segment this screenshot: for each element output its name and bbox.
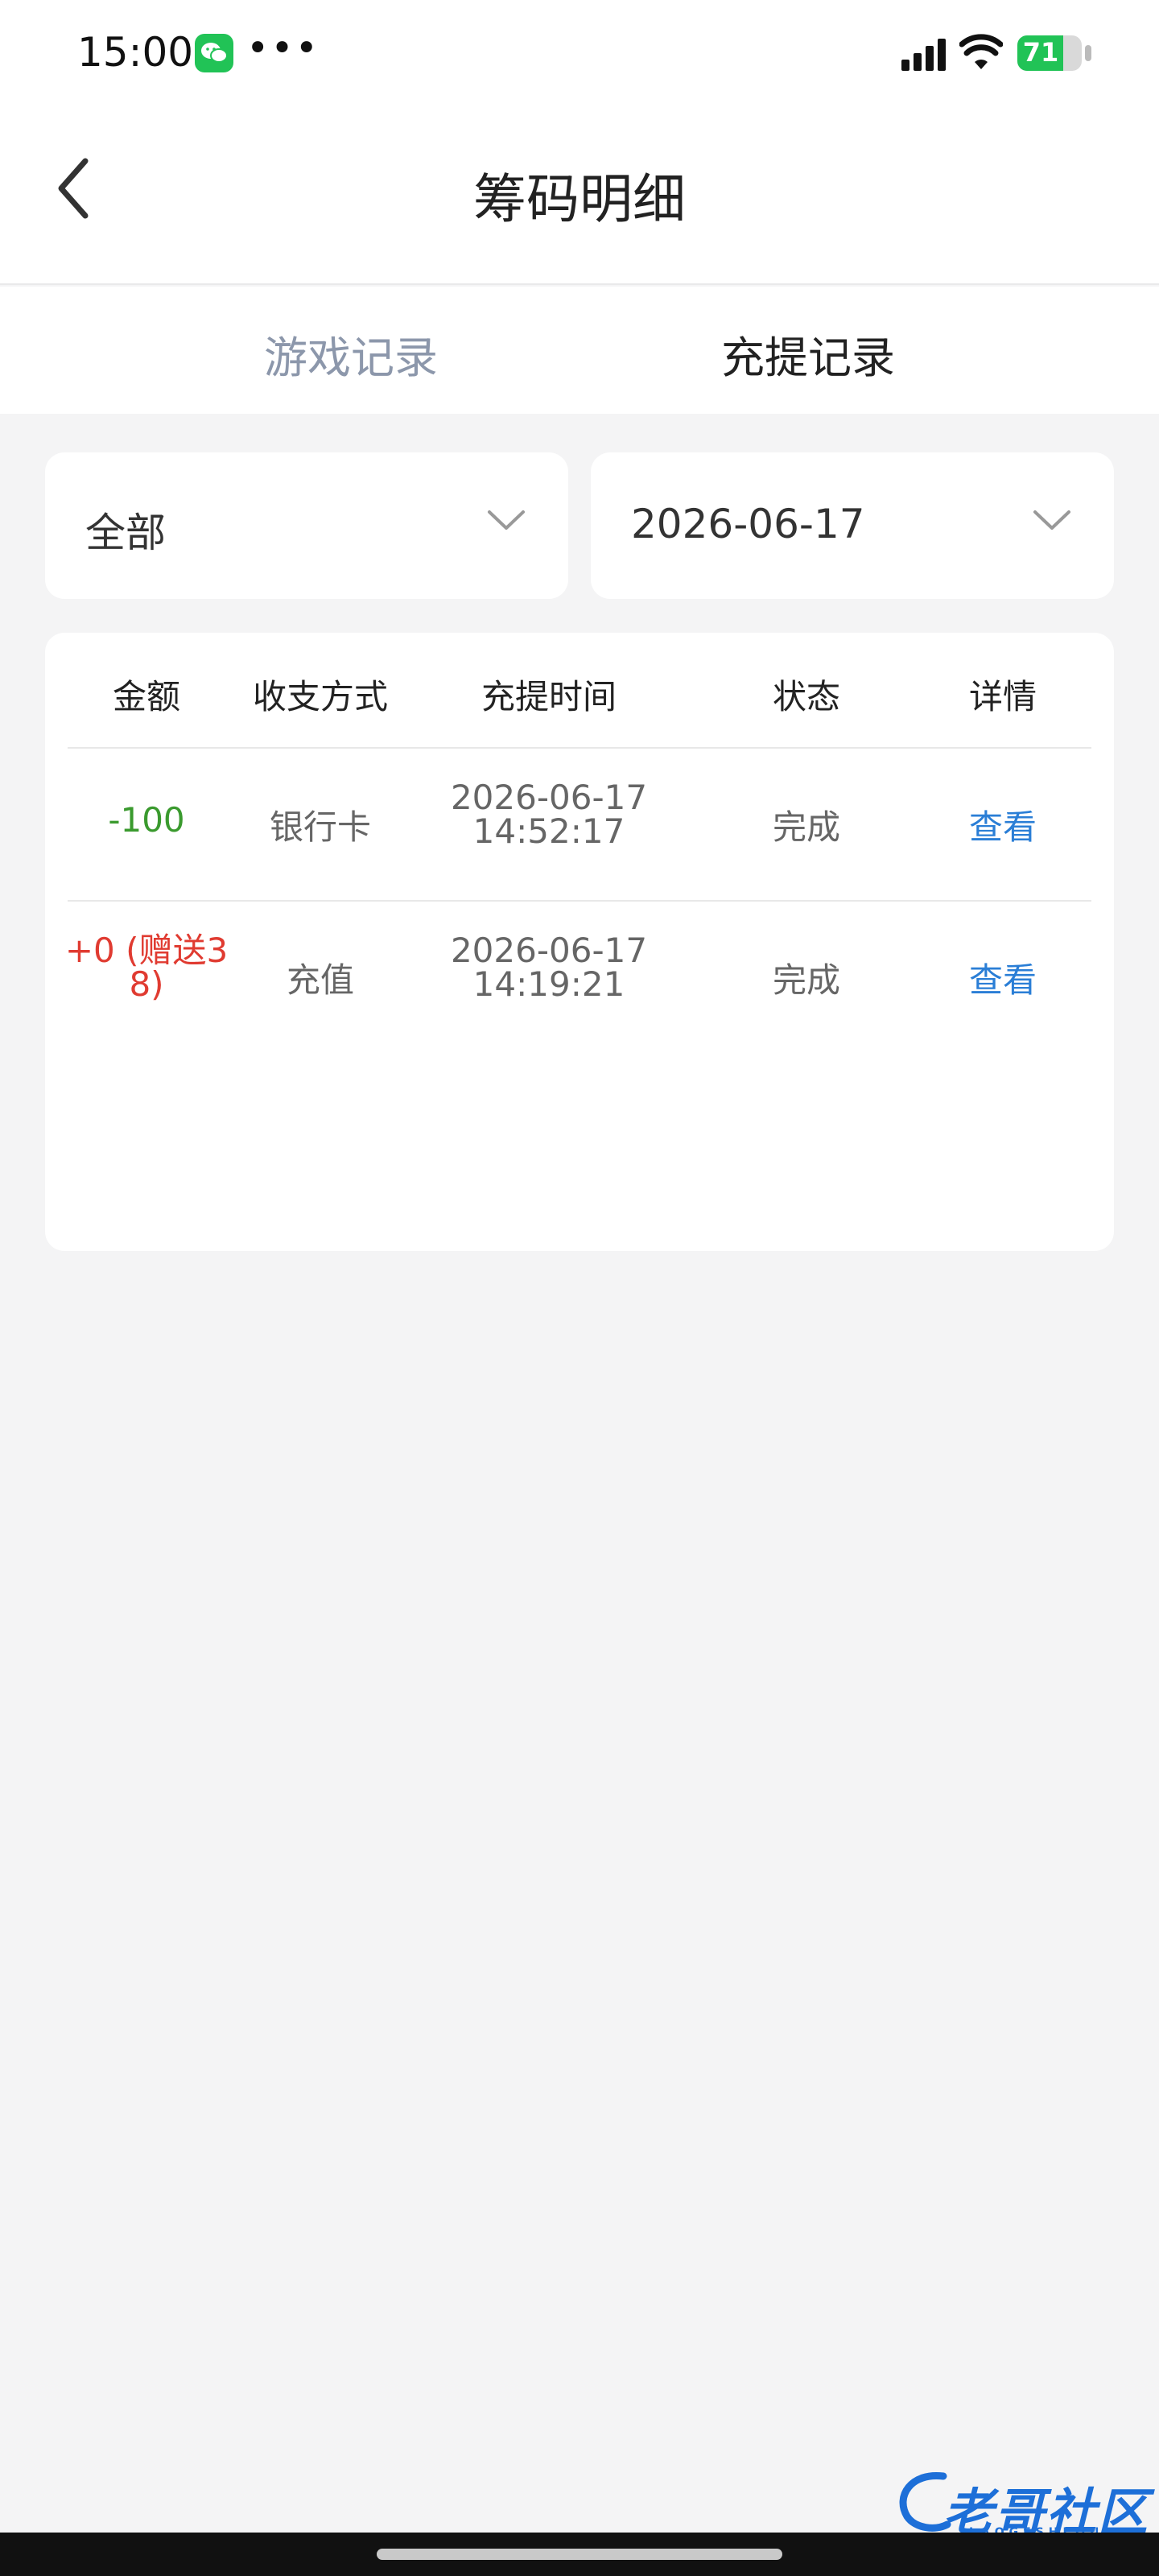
row-amount: +0 (赠送3 8)	[56, 934, 237, 1001]
tab-bar: 游戏记录 充提记录	[0, 287, 1159, 414]
date-filter-value: 2026-06-17	[631, 501, 865, 547]
view-detail-link[interactable]: 查看	[919, 800, 1087, 849]
date-filter-dropdown[interactable]: 2026-06-17	[591, 452, 1114, 599]
battery-level: 71	[1022, 37, 1059, 68]
row-amount: -100	[108, 800, 185, 840]
row-clock: 14:19:21	[472, 964, 625, 1004]
watermark-logo: 老哥社区 LAOGESHEQU	[895, 2468, 1153, 2541]
records-table: 金额 收支方式 充提时间 状态 详情 -100 银行卡 2026-06-17 1…	[45, 633, 1114, 1251]
home-bar-area	[0, 2533, 1159, 2576]
battery-icon: 71	[1017, 35, 1082, 71]
wifi-icon	[959, 34, 1003, 69]
row-time: 2026-06-17 14:19:21	[404, 934, 694, 1001]
row-amount-line1: +0 (赠送3	[64, 931, 229, 970]
row-date: 2026-06-17	[450, 778, 648, 817]
more-dots: •••	[246, 26, 320, 71]
header-amount: 金额	[112, 677, 180, 716]
status-bar: 15:00 ••• 71	[0, 0, 1159, 105]
row-method: 银行卡	[269, 807, 371, 847]
status-time: 15:00	[77, 29, 194, 76]
chevron-down-icon	[1033, 510, 1070, 530]
home-indicator[interactable]	[377, 2549, 782, 2560]
header-status: 状态	[772, 677, 840, 716]
signal-icon	[901, 39, 946, 71]
header-method: 收支方式	[252, 677, 388, 716]
view-detail-link[interactable]: 查看	[919, 953, 1087, 1002]
row-method: 充值	[286, 960, 354, 1000]
battery-cap	[1085, 45, 1091, 61]
row-amount-line2: 8)	[129, 964, 164, 1004]
table-row: +0 (赠送3 8) 充值 2026-06-17 14:19:21 完成 查看	[45, 902, 1114, 1053]
table-row: -100 银行卡 2026-06-17 14:52:17 完成 查看	[45, 749, 1114, 900]
type-filter-dropdown[interactable]: 全部	[45, 452, 568, 599]
tab-recharge-records[interactable]: 充提记录	[663, 322, 953, 386]
wechat-icon	[195, 34, 233, 72]
row-time: 2026-06-17 14:52:17	[404, 781, 694, 848]
page-title: 筹码明细	[473, 168, 686, 230]
row-clock: 14:52:17	[472, 811, 625, 851]
row-status: 完成	[772, 960, 840, 1000]
row-status: 完成	[772, 807, 840, 847]
type-filter-value: 全部	[85, 510, 166, 556]
header-time: 充提时间	[481, 677, 617, 716]
header-detail: 详情	[968, 677, 1037, 716]
nav-bar: 筹码明细	[0, 105, 1159, 285]
chevron-down-icon	[488, 510, 525, 530]
row-date: 2026-06-17	[450, 931, 648, 970]
tab-game-records[interactable]: 游戏记录	[206, 322, 496, 386]
